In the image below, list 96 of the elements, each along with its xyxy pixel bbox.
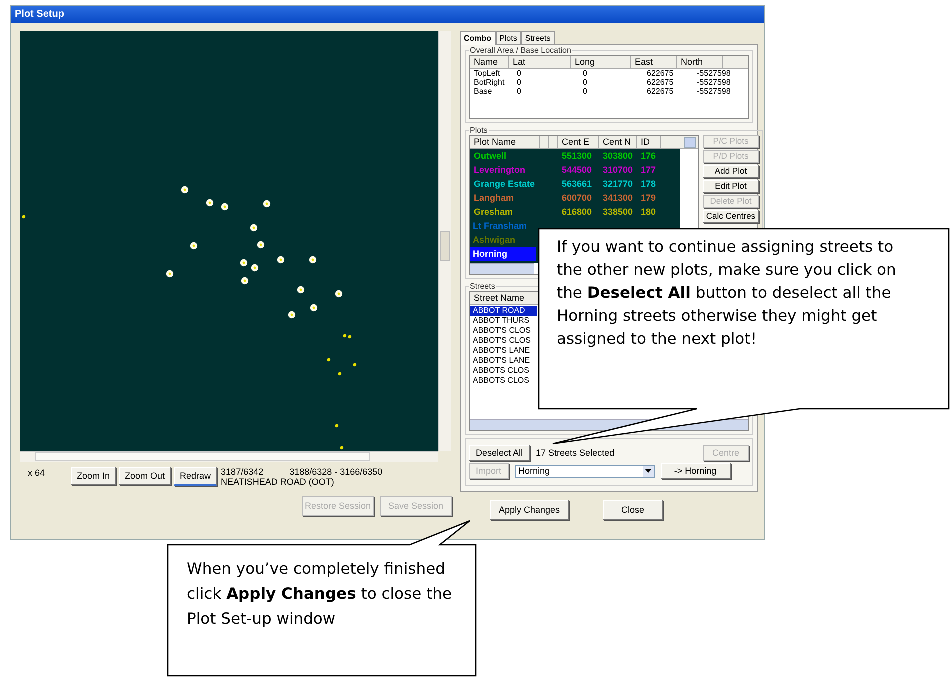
- plot-name: Langham: [474, 193, 514, 203]
- column-header[interactable]: North: [677, 56, 723, 68]
- street-row[interactable]: ABBOT ROAD: [470, 306, 537, 316]
- map-point: [309, 256, 317, 264]
- table-cell-text: TopLeft: [473, 69, 502, 78]
- map-point: [166, 270, 174, 278]
- map-point: [206, 199, 214, 207]
- range-text: 3188/6328 - 3166/6350: [290, 467, 383, 477]
- table-cell-text: 622675: [646, 78, 675, 87]
- plot-row[interactable]: Langham 600700 341300 179: [470, 191, 680, 205]
- map-point: [251, 264, 259, 272]
- plot-name: Leverington: [474, 165, 526, 175]
- map-button[interactable]: Zoom In: [71, 467, 116, 485]
- table-cell-text: -5527598: [696, 69, 732, 78]
- map-point: [297, 286, 305, 294]
- tab[interactable]: Combo: [460, 31, 496, 45]
- group-title: Plots: [469, 126, 489, 135]
- street-row[interactable]: ABBOT'S CLOS: [470, 326, 537, 336]
- table-cell-text: -5527598: [696, 87, 732, 96]
- column-header[interactable]: Long: [571, 56, 631, 68]
- map-button[interactable]: Redraw: [174, 467, 218, 486]
- tab[interactable]: Streets: [521, 31, 555, 44]
- assign-button[interactable]: -> Horning: [660, 463, 731, 479]
- table-cell-text: 0: [582, 69, 588, 78]
- horizontal-scrollbar[interactable]: [470, 263, 534, 274]
- plot-row[interactable]: Grange Estate 563661 321770 178: [470, 177, 680, 191]
- horizontal-scrollbar[interactable]: [20, 451, 438, 462]
- column-header[interactable]: Cent N: [599, 136, 637, 148]
- column-header[interactable]: Plot Name: [470, 136, 540, 148]
- map-point: [353, 363, 357, 367]
- plot-row[interactable]: Outwell 551300 303800 176: [470, 149, 680, 163]
- map-point: [338, 372, 342, 376]
- map-point: [335, 290, 343, 298]
- map-point: [190, 242, 198, 250]
- street-row[interactable]: ABBOTS CLOS: [470, 366, 537, 376]
- map-point: [181, 186, 189, 194]
- map-point: [288, 311, 296, 319]
- street-row[interactable]: ABBOT THURS: [470, 316, 537, 326]
- map-point: [327, 358, 331, 362]
- map-point: [310, 304, 318, 312]
- street-row[interactable]: ABBOT'S CLOS: [470, 336, 537, 346]
- plot-dropdown[interactable]: Horning: [514, 464, 655, 478]
- plot-button[interactable]: Edit Plot: [703, 180, 759, 193]
- map-point: [340, 446, 344, 450]
- plot-name: Grange Estate: [474, 179, 536, 189]
- column-header[interactable]: East: [631, 56, 677, 68]
- plot-name: Gresham: [474, 207, 514, 217]
- column-header[interactable]: Name: [470, 56, 509, 68]
- map-point: [22, 215, 26, 219]
- map-point: [241, 277, 249, 285]
- column-header[interactable]: Lat: [509, 56, 571, 68]
- map-point: [263, 200, 271, 208]
- column-header[interactable]: Cent E: [558, 136, 599, 148]
- table-cell-text: Base: [473, 87, 494, 96]
- table-cell-text: 0: [516, 87, 522, 96]
- map-point: [240, 259, 248, 267]
- street-text: NEATISHEAD ROAD (OOT): [221, 477, 336, 487]
- plot-button[interactable]: Calc Centres: [703, 210, 759, 223]
- callout-text: When you’ve completely finished click Apply Changes to close the Plot Set-up window: [187, 559, 454, 630]
- group-title: Overall Area / Base Location: [469, 46, 572, 55]
- dialog-button[interactable]: Close: [603, 500, 664, 520]
- table-cell-text: BotRight: [473, 78, 506, 87]
- selection-count: 17 Streets Selected: [536, 448, 615, 458]
- plot-name: Horning: [473, 249, 508, 259]
- plot-name: Ashwigan: [473, 235, 516, 245]
- window-title: Plot Setup: [15, 9, 64, 20]
- table-cell-text: -5527598: [696, 78, 732, 87]
- table-cell-text: 0: [582, 78, 588, 87]
- plot-button[interactable]: Add Plot: [703, 165, 759, 178]
- street-row[interactable]: ABBOT'S LANE: [470, 356, 537, 366]
- table-cell-text: 622675: [646, 69, 675, 78]
- deselect-all-button[interactable]: Deselect All: [469, 445, 530, 461]
- table-cell-text: 622675: [646, 87, 675, 96]
- column-header[interactable]: ID: [637, 136, 661, 148]
- map-point: [257, 241, 265, 249]
- plot-row[interactable]: Gresham 616800 338500 180: [470, 205, 680, 219]
- street-row[interactable]: ABBOT'S LANE: [470, 346, 537, 356]
- map-point: [221, 203, 229, 211]
- table-cell-text: 0: [516, 69, 522, 78]
- map-point: [277, 256, 285, 264]
- position-text: 3187/6342: [221, 467, 264, 477]
- street-row[interactable]: ABBOTS CLOS: [470, 376, 537, 386]
- callout-text: If you want to continue assigning streets to the other new plots, make sure you click on the Deselect All button to deselect all the Horning streets otherwise they might get assigned to the next plot!: [557, 237, 898, 350]
- tab[interactable]: Plots: [496, 31, 522, 44]
- map-button[interactable]: Zoom Out: [119, 467, 172, 485]
- plot-name: Lt Fransham: [473, 221, 528, 231]
- table-cell-text: 0: [582, 87, 588, 96]
- dialog-button[interactable]: Apply Changes: [490, 500, 570, 520]
- map-point: [250, 224, 258, 232]
- plot-name: Outwell: [474, 151, 507, 161]
- map-point: [335, 424, 339, 428]
- plot-row[interactable]: Horning: [470, 247, 536, 261]
- group-title: Streets: [469, 282, 496, 291]
- table-cell-text: 0: [516, 78, 522, 87]
- zoom-level: x 64: [27, 467, 46, 478]
- vertical-scrollbar[interactable]: [438, 31, 451, 451]
